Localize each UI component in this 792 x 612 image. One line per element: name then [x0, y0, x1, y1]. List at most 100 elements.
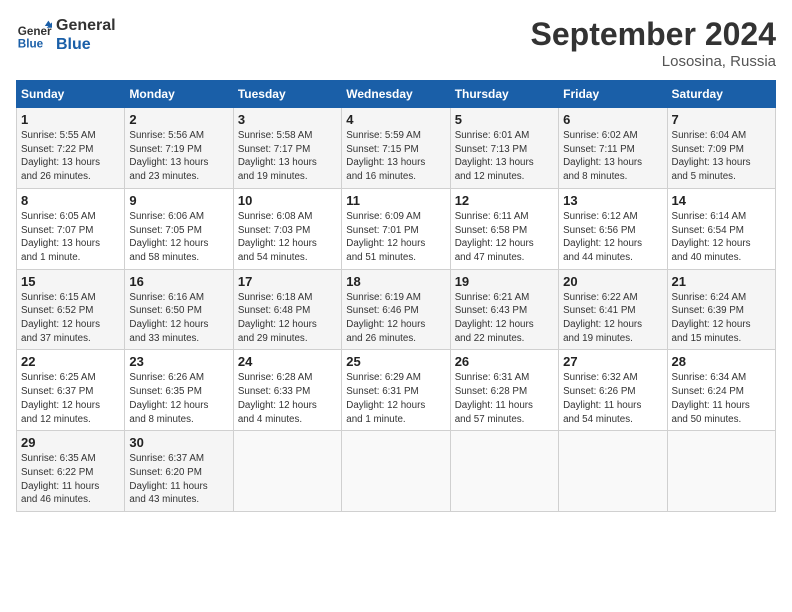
month-title: September 2024	[531, 16, 776, 53]
day-number: 25	[346, 354, 445, 369]
day-number: 4	[346, 112, 445, 127]
day-cell: 29Sunrise: 6:35 AM Sunset: 6:22 PM Dayli…	[17, 431, 125, 512]
day-cell: 27 Sunrise: 6:32 AM Sunset: 6:26 PM Dayli…	[559, 350, 667, 431]
col-header-tuesday: Tuesday	[233, 81, 341, 108]
day-info: Sunrise: 6:02 AM Sunset: 7:11 PM Dayligh…	[563, 129, 662, 184]
day-info: Sunrise: 6:25 AM Sunset: 6:37 PM Dayligh…	[21, 371, 120, 426]
day-cell: 13Sunrise: 6:12 AM Sunset: 6:56 PM Dayli…	[559, 188, 667, 269]
day-cell: 28 Sunrise: 6:34 AM Sunset: 6:24 PM Dayli…	[667, 350, 775, 431]
day-cell: 9Sunrise: 6:06 AM Sunset: 7:05 PM Daylig…	[125, 188, 233, 269]
day-number: 2	[129, 112, 228, 127]
day-number: 16	[129, 274, 228, 289]
day-cell: 14Sunrise: 6:14 AM Sunset: 6:54 PM Dayli…	[667, 188, 775, 269]
day-number: 21	[672, 274, 771, 289]
day-number: 26	[455, 354, 554, 369]
day-number: 28	[672, 354, 771, 369]
day-info: Sunrise: 6:09 AM Sunset: 7:01 PM Dayligh…	[346, 210, 445, 265]
day-cell	[233, 431, 341, 512]
day-number: 3	[238, 112, 337, 127]
page-header: General Blue General Blue September 2024…	[16, 16, 776, 70]
day-info: Sunrise: 6:04 AM Sunset: 7:09 PM Dayligh…	[672, 129, 771, 184]
day-cell: 23Sunrise: 6:26 AM Sunset: 6:35 PM Dayli…	[125, 350, 233, 431]
day-number: 8	[21, 193, 120, 208]
day-cell: 15 Sunrise: 6:15 AM Sunset: 6:52 PM Dayli…	[17, 269, 125, 350]
day-info: Sunrise: 6:28 AM Sunset: 6:33 PM Dayligh…	[238, 371, 337, 426]
day-info: Sunrise: 6:12 AM Sunset: 6:56 PM Dayligh…	[563, 210, 662, 265]
day-number: 19	[455, 274, 554, 289]
day-cell: 26 Sunrise: 6:31 AM Sunset: 6:28 PM Dayli…	[450, 350, 558, 431]
calendar-header: SundayMondayTuesdayWednesdayThursdayFrid…	[17, 81, 776, 108]
day-cell: 21Sunrise: 6:24 AM Sunset: 6:39 PM Dayli…	[667, 269, 775, 350]
day-info: Sunrise: 6:16 AM Sunset: 6:50 PM Dayligh…	[129, 291, 228, 346]
day-cell: 7 Sunrise: 6:04 AM Sunset: 7:09 PM Daylig…	[667, 108, 775, 189]
day-number: 1	[21, 112, 120, 127]
week-row-3: 15 Sunrise: 6:15 AM Sunset: 6:52 PM Dayli…	[17, 269, 776, 350]
day-cell	[450, 431, 558, 512]
day-number: 7	[672, 112, 771, 127]
col-header-sunday: Sunday	[17, 81, 125, 108]
day-info: Sunrise: 5:56 AM Sunset: 7:19 PM Dayligh…	[129, 129, 228, 184]
day-number: 11	[346, 193, 445, 208]
week-row-2: 8 Sunrise: 6:05 AM Sunset: 7:07 PM Daylig…	[17, 188, 776, 269]
logo: General Blue General Blue	[16, 16, 116, 54]
day-info: Sunrise: 6:08 AM Sunset: 7:03 PM Dayligh…	[238, 210, 337, 265]
day-info: Sunrise: 5:55 AM Sunset: 7:22 PM Dayligh…	[21, 129, 120, 184]
day-number: 5	[455, 112, 554, 127]
day-cell: 4Sunrise: 5:59 AM Sunset: 7:15 PM Daylig…	[342, 108, 450, 189]
day-cell: 30 Sunrise: 6:37 AM Sunset: 6:20 PM Dayli…	[125, 431, 233, 512]
day-info: Sunrise: 6:05 AM Sunset: 7:07 PM Dayligh…	[21, 210, 120, 265]
day-cell: 5 Sunrise: 6:01 AM Sunset: 7:13 PM Daylig…	[450, 108, 558, 189]
day-info: Sunrise: 6:29 AM Sunset: 6:31 PM Dayligh…	[346, 371, 445, 426]
day-cell	[559, 431, 667, 512]
col-header-friday: Friday	[559, 81, 667, 108]
day-info: Sunrise: 6:06 AM Sunset: 7:05 PM Dayligh…	[129, 210, 228, 265]
day-info: Sunrise: 6:01 AM Sunset: 7:13 PM Dayligh…	[455, 129, 554, 184]
day-number: 12	[455, 193, 554, 208]
day-cell	[342, 431, 450, 512]
col-header-thursday: Thursday	[450, 81, 558, 108]
day-number: 29	[21, 435, 120, 450]
day-number: 24	[238, 354, 337, 369]
svg-text:Blue: Blue	[18, 38, 44, 51]
day-cell: 22 Sunrise: 6:25 AM Sunset: 6:37 PM Dayli…	[17, 350, 125, 431]
day-info: Sunrise: 6:32 AM Sunset: 6:26 PM Dayligh…	[563, 371, 662, 426]
day-info: Sunrise: 6:31 AM Sunset: 6:28 PM Dayligh…	[455, 371, 554, 426]
day-info: Sunrise: 6:21 AM Sunset: 6:43 PM Dayligh…	[455, 291, 554, 346]
day-cell: 11 Sunrise: 6:09 AM Sunset: 7:01 PM Dayli…	[342, 188, 450, 269]
day-info: Sunrise: 6:37 AM Sunset: 6:20 PM Dayligh…	[129, 452, 228, 507]
day-cell: 17 Sunrise: 6:18 AM Sunset: 6:48 PM Dayli…	[233, 269, 341, 350]
day-cell: 24 Sunrise: 6:28 AM Sunset: 6:33 PM Dayli…	[233, 350, 341, 431]
day-number: 30	[129, 435, 228, 450]
day-info: Sunrise: 6:11 AM Sunset: 6:58 PM Dayligh…	[455, 210, 554, 265]
day-cell: 3 Sunrise: 5:58 AM Sunset: 7:17 PM Daylig…	[233, 108, 341, 189]
day-number: 22	[21, 354, 120, 369]
day-number: 17	[238, 274, 337, 289]
day-cell: 18 Sunrise: 6:19 AM Sunset: 6:46 PM Dayli…	[342, 269, 450, 350]
day-number: 18	[346, 274, 445, 289]
logo-blue: Blue	[56, 35, 116, 54]
day-cell: 2 Sunrise: 5:56 AM Sunset: 7:19 PM Daylig…	[125, 108, 233, 189]
day-info: Sunrise: 6:15 AM Sunset: 6:52 PM Dayligh…	[21, 291, 120, 346]
day-cell: 8 Sunrise: 6:05 AM Sunset: 7:07 PM Daylig…	[17, 188, 125, 269]
day-cell: 19 Sunrise: 6:21 AM Sunset: 6:43 PM Dayli…	[450, 269, 558, 350]
day-number: 27	[563, 354, 662, 369]
week-row-5: 29Sunrise: 6:35 AM Sunset: 6:22 PM Dayli…	[17, 431, 776, 512]
day-number: 20	[563, 274, 662, 289]
location: Lososina, Russia	[531, 53, 776, 70]
week-row-4: 22 Sunrise: 6:25 AM Sunset: 6:37 PM Dayli…	[17, 350, 776, 431]
week-row-1: 1 Sunrise: 5:55 AM Sunset: 7:22 PM Daylig…	[17, 108, 776, 189]
day-cell: 25 Sunrise: 6:29 AM Sunset: 6:31 PM Dayli…	[342, 350, 450, 431]
logo-general: General	[56, 16, 116, 35]
day-info: Sunrise: 6:26 AM Sunset: 6:35 PM Dayligh…	[129, 371, 228, 426]
day-number: 15	[21, 274, 120, 289]
title-block: September 2024 Lososina, Russia	[531, 16, 776, 70]
day-info: Sunrise: 6:18 AM Sunset: 6:48 PM Dayligh…	[238, 291, 337, 346]
day-cell: 12 Sunrise: 6:11 AM Sunset: 6:58 PM Dayli…	[450, 188, 558, 269]
day-info: Sunrise: 6:34 AM Sunset: 6:24 PM Dayligh…	[672, 371, 771, 426]
day-info: Sunrise: 6:14 AM Sunset: 6:54 PM Dayligh…	[672, 210, 771, 265]
day-info: Sunrise: 5:58 AM Sunset: 7:17 PM Dayligh…	[238, 129, 337, 184]
day-cell	[667, 431, 775, 512]
col-header-monday: Monday	[125, 81, 233, 108]
day-cell: 20Sunrise: 6:22 AM Sunset: 6:41 PM Dayli…	[559, 269, 667, 350]
day-info: Sunrise: 6:19 AM Sunset: 6:46 PM Dayligh…	[346, 291, 445, 346]
